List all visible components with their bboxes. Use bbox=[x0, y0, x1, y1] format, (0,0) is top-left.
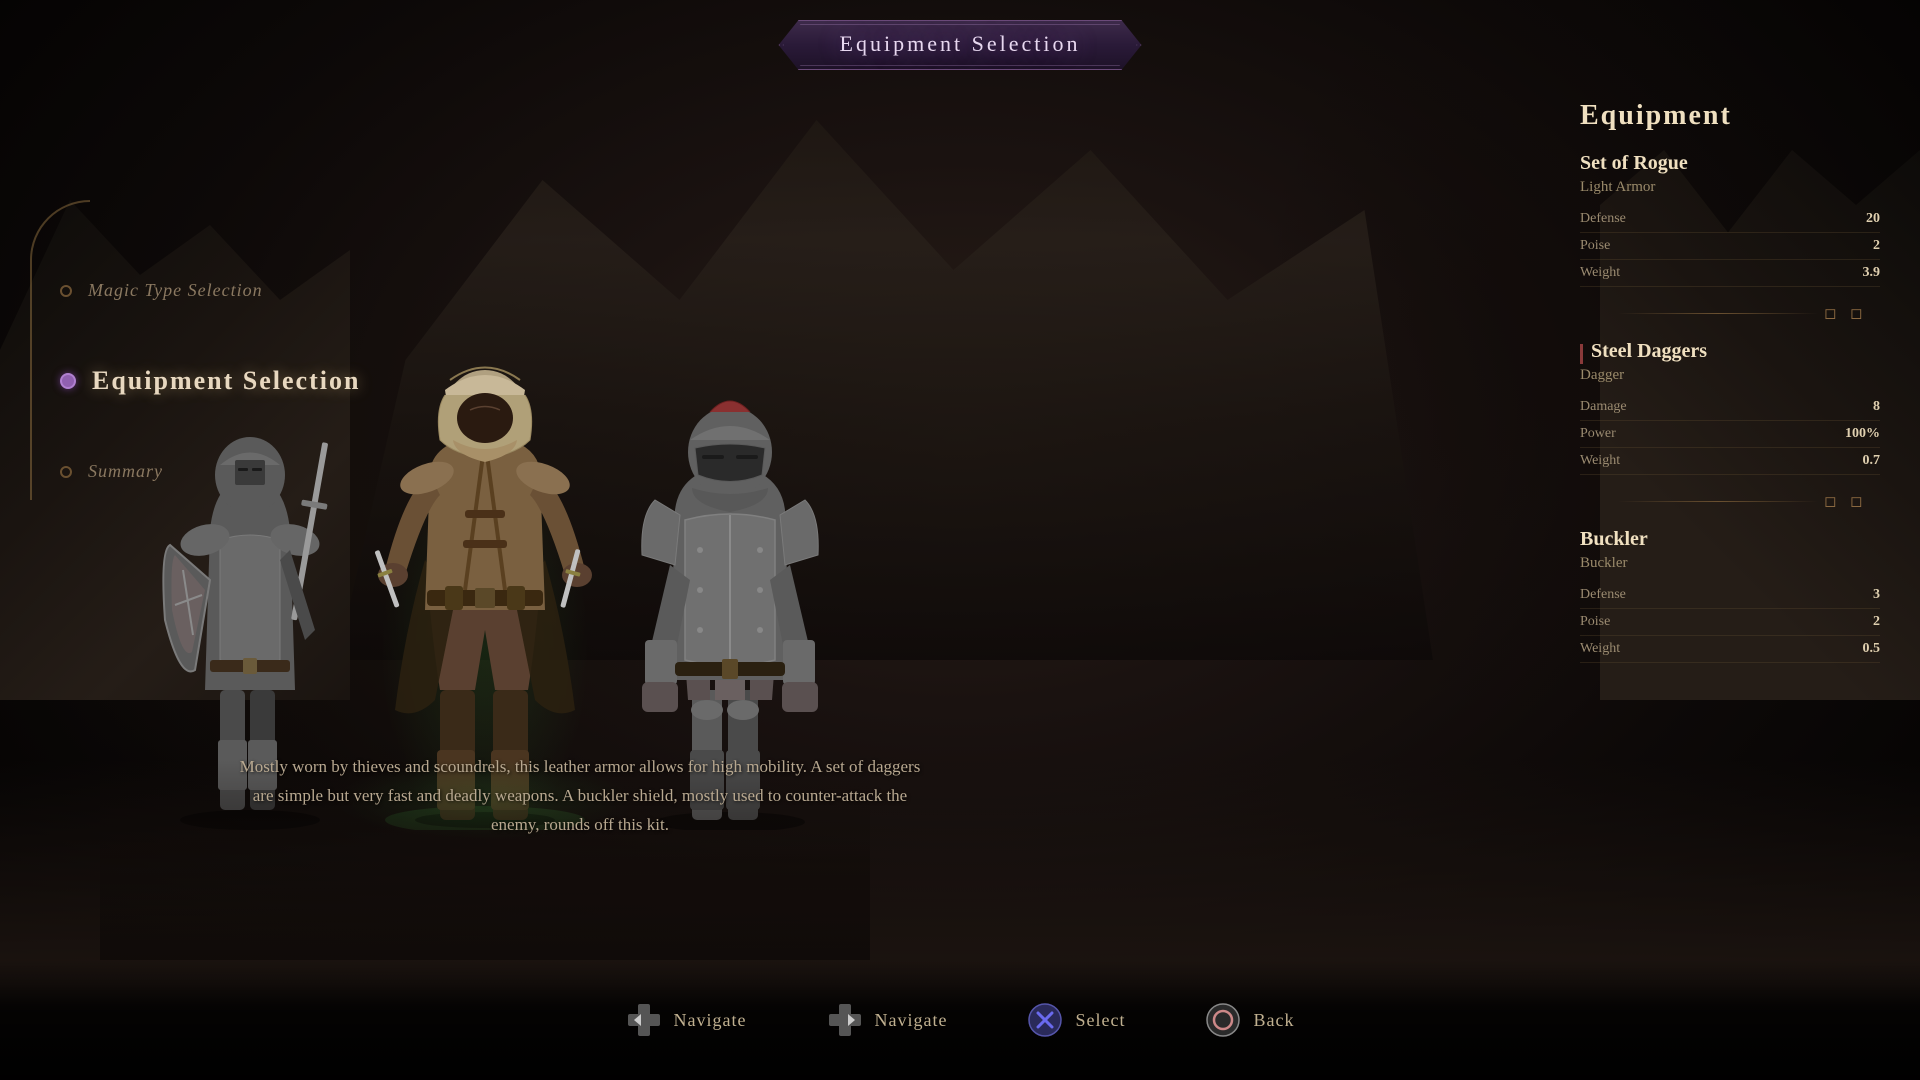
armor-stat-weight: Weight 3.9 bbox=[1580, 260, 1880, 287]
weapon-section: Steel Daggers Dagger Damage 8 Power 100%… bbox=[1580, 340, 1880, 475]
weapon-damage-value: 8 bbox=[1873, 399, 1880, 415]
shield-defense-value: 3 bbox=[1873, 587, 1880, 603]
armor-name: Set of Rogue bbox=[1580, 152, 1880, 175]
title-bar: Equipment Selection bbox=[779, 20, 1142, 70]
nav-dot-magic bbox=[60, 285, 72, 297]
weapon-type: Dagger bbox=[1580, 367, 1880, 384]
select-label: Select bbox=[1075, 1010, 1125, 1031]
cross-btn-svg bbox=[1028, 1003, 1062, 1037]
weapon-accent-bar bbox=[1580, 344, 1583, 364]
dpad-left-icon bbox=[626, 1002, 662, 1038]
weapon-weight-label: Weight bbox=[1580, 453, 1620, 469]
armor-stat-defense: Defense 20 bbox=[1580, 206, 1880, 233]
shield-stat-defense: Defense 3 bbox=[1580, 582, 1880, 609]
armor-section: Set of Rogue Light Armor Defense 20 Pois… bbox=[1580, 152, 1880, 287]
weapon-power-value: 100% bbox=[1845, 426, 1880, 442]
weapon-name: Steel Daggers bbox=[1591, 340, 1707, 363]
armor-stat-poise: Poise 2 bbox=[1580, 233, 1880, 260]
description-text: Mostly worn by thieves and scoundrels, t… bbox=[230, 753, 930, 840]
armor-defense-value: 20 bbox=[1866, 211, 1880, 227]
navigate-left-action[interactable]: Navigate bbox=[626, 1002, 747, 1038]
ornament-diamond-2: ◇ bbox=[1845, 301, 1870, 326]
armor-poise-value: 2 bbox=[1873, 238, 1880, 254]
shield-weight-label: Weight bbox=[1580, 641, 1620, 657]
character-center-svg bbox=[345, 310, 625, 830]
weapon-weight-value: 0.7 bbox=[1863, 453, 1881, 469]
equipment-panel-title: Equipment bbox=[1580, 100, 1880, 132]
circle-icon bbox=[1205, 1002, 1241, 1038]
cross-icon bbox=[1027, 1002, 1063, 1038]
navigate-right-action[interactable]: Navigate bbox=[827, 1002, 948, 1038]
weapon-name-row: Steel Daggers bbox=[1580, 340, 1880, 367]
navigate-left-label: Navigate bbox=[674, 1010, 747, 1031]
ornament-diamond-4: ◇ bbox=[1845, 489, 1870, 514]
navigate-right-label: Navigate bbox=[875, 1010, 948, 1031]
weapon-stat-power: Power 100% bbox=[1580, 421, 1880, 448]
shield-defense-label: Defense bbox=[1580, 587, 1626, 603]
title-diamond: Equipment Selection bbox=[779, 20, 1142, 70]
ornament-line-1 bbox=[1618, 313, 1818, 314]
shield-type: Buckler bbox=[1580, 555, 1880, 572]
shield-poise-label: Poise bbox=[1580, 614, 1610, 630]
nav-items: Magic Type Selection Equipment Selection… bbox=[60, 280, 360, 482]
armor-weight-label: Weight bbox=[1580, 265, 1620, 281]
weapon-stat-damage: Damage 8 bbox=[1580, 394, 1880, 421]
description-area: Mostly worn by thieves and scoundrels, t… bbox=[230, 753, 930, 840]
weapon-power-label: Power bbox=[1580, 426, 1616, 442]
nav-label-magic: Magic Type Selection bbox=[88, 280, 263, 301]
sidebar-item-magic-type[interactable]: Magic Type Selection bbox=[60, 280, 360, 301]
ornament-diamond-3: ◇ bbox=[1819, 489, 1844, 514]
back-action[interactable]: Back bbox=[1205, 1002, 1294, 1038]
shield-stat-weight: Weight 0.5 bbox=[1580, 636, 1880, 663]
bottom-bar: Navigate Navigate Select bbox=[0, 960, 1920, 1080]
circle-btn-svg bbox=[1206, 1003, 1240, 1037]
page-title: Equipment Selection bbox=[840, 31, 1081, 56]
armor-type: Light Armor bbox=[1580, 179, 1880, 196]
weapon-stat-weight: Weight 0.7 bbox=[1580, 448, 1880, 475]
dpad-left-svg bbox=[628, 1004, 660, 1036]
sidebar-item-equipment[interactable]: Equipment Selection bbox=[60, 366, 360, 396]
shield-poise-value: 2 bbox=[1873, 614, 1880, 630]
armor-defense-label: Defense bbox=[1580, 211, 1626, 227]
character-center bbox=[345, 310, 625, 830]
divider-1: ◇ ◇ bbox=[1580, 303, 1880, 324]
nav-dot-equipment bbox=[60, 373, 76, 389]
ornament-line-2 bbox=[1618, 501, 1818, 502]
nav-dot-summary bbox=[60, 466, 72, 478]
shield-stat-poise: Poise 2 bbox=[1580, 609, 1880, 636]
dpad-right-svg bbox=[829, 1004, 861, 1036]
nav-label-equipment: Equipment Selection bbox=[92, 366, 360, 396]
divider-2: ◇ ◇ bbox=[1580, 491, 1880, 512]
nav-panel: Magic Type Selection Equipment Selection… bbox=[60, 280, 360, 482]
sidebar-item-summary[interactable]: Summary bbox=[60, 461, 360, 482]
dpad-right-icon bbox=[827, 1002, 863, 1038]
ornament-diamond-1: ◇ bbox=[1819, 301, 1844, 326]
shield-weight-value: 0.5 bbox=[1863, 641, 1881, 657]
nav-label-summary: Summary bbox=[88, 461, 163, 482]
shield-name: Buckler bbox=[1580, 528, 1880, 551]
armor-poise-label: Poise bbox=[1580, 238, 1610, 254]
shield-section: Buckler Buckler Defense 3 Poise 2 Weight… bbox=[1580, 528, 1880, 663]
back-label: Back bbox=[1253, 1010, 1294, 1031]
armor-weight-value: 3.9 bbox=[1863, 265, 1881, 281]
stats-panel: Equipment Set of Rogue Light Armor Defen… bbox=[1540, 80, 1920, 695]
select-action[interactable]: Select bbox=[1027, 1002, 1125, 1038]
weapon-damage-label: Damage bbox=[1580, 399, 1627, 415]
